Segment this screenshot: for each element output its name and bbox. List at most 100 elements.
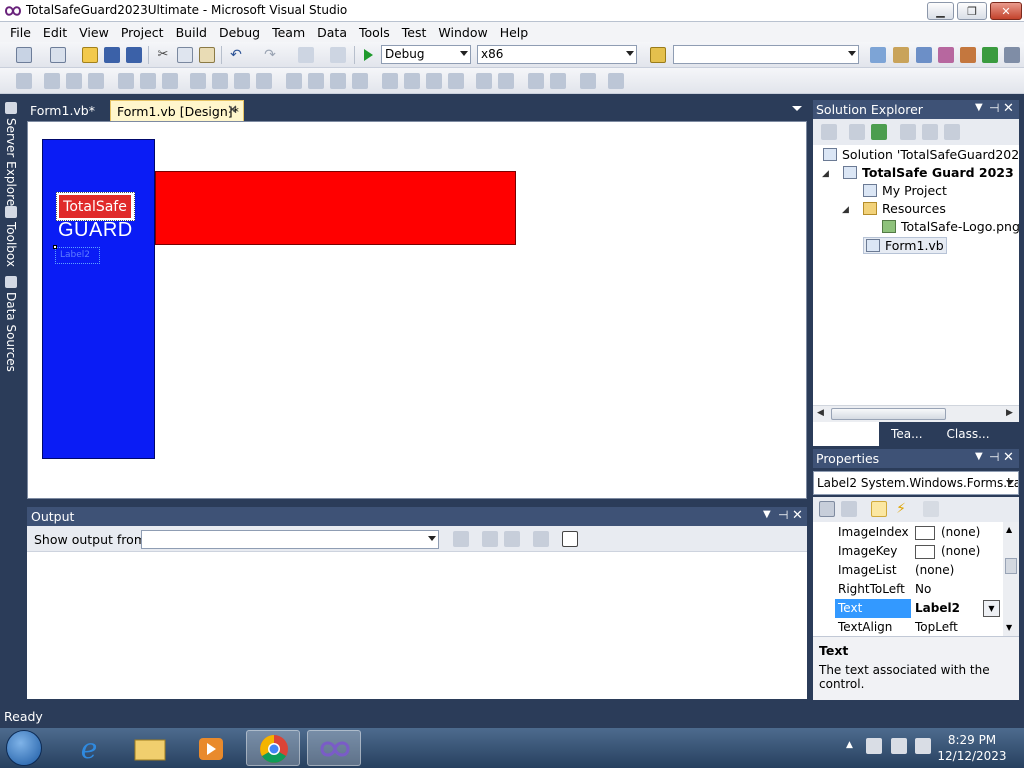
remove-vertical-spacing-icon[interactable] [448, 73, 464, 89]
property-row-text[interactable]: Text Label2 ▼ [813, 599, 1003, 618]
center-vertically-icon[interactable] [498, 73, 514, 89]
close-tab-icon[interactable]: ✕ [227, 103, 238, 118]
cut-icon[interactable]: ✂ [155, 47, 171, 63]
output-text-area[interactable] [27, 552, 807, 699]
make-same-width-icon[interactable] [190, 73, 206, 89]
tree-item-project[interactable]: TotalSafe Guard 2023 Ultimate [843, 165, 1019, 180]
form-blue-panel[interactable] [42, 139, 155, 459]
tree-item-my-project[interactable]: My Project [863, 183, 947, 198]
menu-test[interactable]: Test [396, 25, 433, 40]
toggle-word-wrap-icon[interactable] [562, 531, 578, 547]
menu-debug[interactable]: Debug [213, 25, 266, 40]
align-lefts-icon[interactable] [44, 73, 60, 89]
property-pages-icon[interactable] [923, 501, 939, 517]
alphabetical-icon[interactable] [841, 501, 857, 517]
refresh-icon[interactable] [871, 124, 887, 140]
save-icon[interactable] [104, 47, 120, 63]
maximize-button[interactable]: ❐ [957, 2, 987, 20]
menu-build[interactable]: Build [170, 25, 213, 40]
previous-message-icon[interactable] [482, 531, 498, 547]
find-combo[interactable] [673, 45, 859, 64]
output-dropdown-icon[interactable]: ▼ [763, 509, 771, 520]
se-close-icon[interactable]: ✕ [1003, 101, 1014, 116]
output-close-icon[interactable]: ✕ [792, 508, 803, 523]
start-debugging-icon[interactable] [360, 47, 376, 63]
output-pin-icon[interactable]: ⊣ [778, 508, 788, 522]
decrease-vertical-spacing-icon[interactable] [426, 73, 442, 89]
copy-icon[interactable] [177, 47, 193, 63]
categorized-icon[interactable] [819, 501, 835, 517]
toolbox-icon[interactable] [938, 47, 954, 63]
visual-studio-taskbar-icon[interactable] [307, 730, 361, 766]
label2-control[interactable]: Label2 [55, 247, 100, 264]
tree-item-form1[interactable]: Form1.vb [863, 237, 947, 254]
selection-handle[interactable] [53, 245, 57, 249]
align-bottoms-icon[interactable] [162, 73, 178, 89]
align-tops-icon[interactable] [118, 73, 134, 89]
clear-all-icon[interactable] [533, 531, 549, 547]
menu-file[interactable]: File [4, 25, 37, 40]
property-row-righttoleft[interactable]: RightToLeft No [813, 580, 1003, 599]
size-to-grid-icon[interactable] [212, 73, 228, 89]
undo-icon[interactable]: ↶ [228, 47, 244, 63]
solution-explorer-icon[interactable] [870, 47, 886, 63]
view-code-icon[interactable] [900, 124, 916, 140]
property-value-editor[interactable]: Label2 [915, 601, 960, 615]
property-row-textalign[interactable]: TextAlign TopLeft [813, 618, 1003, 636]
menu-edit[interactable]: Edit [37, 25, 73, 40]
menu-window[interactable]: Window [432, 25, 493, 40]
guard-label[interactable]: GUARD [58, 219, 133, 242]
network-icon[interactable] [891, 738, 907, 754]
props-pin-icon[interactable]: ⊣ [989, 450, 999, 464]
props-close-icon[interactable]: ✕ [1003, 450, 1014, 465]
tab-form1-code[interactable]: Form1.vb* [24, 100, 101, 121]
add-item-icon[interactable] [50, 47, 66, 63]
decrease-horizontal-spacing-icon[interactable] [330, 73, 346, 89]
bring-to-front-icon[interactable] [528, 73, 544, 89]
properties-object-select[interactable]: Label2 System.Windows.Forms.Label [813, 471, 1019, 495]
horizontal-spacing-icon[interactable] [286, 73, 302, 89]
start-button[interactable] [6, 730, 42, 766]
property-grid-scrollbar[interactable]: ▲ ▼ [1003, 522, 1019, 636]
make-same-height-icon[interactable] [234, 73, 250, 89]
se-pin-icon[interactable]: ⊣ [989, 101, 999, 115]
align-middles-icon[interactable] [140, 73, 156, 89]
tree-item-logo-png[interactable]: TotalSafe-Logo.png [882, 219, 1019, 234]
menu-view[interactable]: View [73, 25, 115, 40]
server-explorer-tab[interactable]: Server Explorer [2, 102, 20, 211]
scroll-thumb[interactable] [831, 408, 946, 420]
configuration-select[interactable]: Debug [381, 45, 471, 64]
open-file-icon[interactable] [82, 47, 98, 63]
menu-project[interactable]: Project [115, 25, 170, 40]
properties-view-icon[interactable] [871, 501, 887, 517]
tab-order-icon[interactable] [580, 73, 596, 89]
menu-tools[interactable]: Tools [353, 25, 396, 40]
property-row-imagekey[interactable]: ImageKey (none) [813, 542, 1003, 561]
navigate-backward-icon[interactable] [298, 47, 314, 63]
tab-team-explorer[interactable]: Tea... [879, 422, 934, 446]
extension-manager-icon[interactable] [960, 47, 976, 63]
menu-data[interactable]: Data [311, 25, 353, 40]
send-to-back-icon[interactable] [550, 73, 566, 89]
show-hidden-icons-icon[interactable]: ▲ [846, 740, 853, 750]
scroll-down-icon[interactable]: ▼ [1006, 623, 1012, 632]
se-horizontal-scrollbar[interactable]: ◀ ▶ [813, 405, 1019, 422]
scroll-thumb[interactable] [1005, 558, 1017, 574]
collapse-resources-icon[interactable]: ◢ [842, 205, 849, 215]
align-centers-icon[interactable] [66, 73, 82, 89]
menu-help[interactable]: Help [494, 25, 535, 40]
paste-icon[interactable] [199, 47, 215, 63]
tab-class-view[interactable]: Class... [935, 422, 1002, 446]
view-designer-icon[interactable] [922, 124, 938, 140]
lock-controls-icon[interactable] [608, 73, 624, 89]
center-horizontally-icon[interactable] [476, 73, 492, 89]
tab-form1-design[interactable]: Form1.vb [Design]* ✕ [110, 100, 244, 121]
chrome-icon[interactable] [246, 730, 300, 766]
platform-select[interactable]: x86 [477, 45, 637, 64]
action-center-icon[interactable] [866, 738, 882, 754]
remove-horizontal-spacing-icon[interactable] [352, 73, 368, 89]
next-message-icon[interactable] [504, 531, 520, 547]
show-output-from-select[interactable] [141, 530, 439, 549]
object-browser-icon[interactable] [916, 47, 932, 63]
show-all-files-icon[interactable] [849, 124, 865, 140]
